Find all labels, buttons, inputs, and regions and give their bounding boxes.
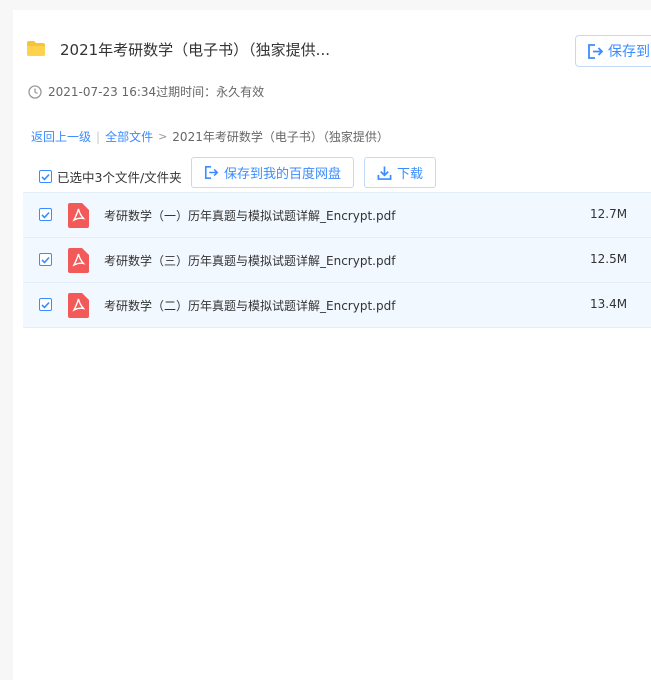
save-to-label: 保存到	[608, 44, 650, 60]
check-icon	[41, 256, 50, 264]
download-button-label: 下载	[396, 167, 423, 182]
breadcrumb-current: 2021年考研数学（电子书）（独家提供）	[172, 130, 389, 144]
download-button[interactable]: 下载	[364, 157, 436, 188]
file-checkbox[interactable]	[39, 298, 52, 311]
check-icon	[41, 301, 50, 309]
breadcrumb-divider: |	[96, 129, 101, 144]
file-checkbox[interactable]	[39, 208, 52, 221]
folder-icon	[27, 41, 45, 56]
created-time: 2021-07-23 16:34	[48, 85, 157, 99]
file-list: 考研数学（一）历年真题与模拟试题详解_Encrypt.pdf 12.7M 考研数…	[23, 192, 651, 328]
share-panel: 2021年考研数学（电子书）（独家提供... 保存到 2021-07-23 16…	[13, 10, 651, 680]
check-icon	[41, 211, 50, 219]
file-toolbar: 已选中3个文件/文件夹 保存到我的百度网盘 下载	[13, 157, 651, 190]
expiry-label: 过期时间：	[156, 85, 217, 99]
breadcrumb-all-files-link[interactable]: 全部文件	[105, 128, 153, 145]
select-all-control[interactable]: 已选中3个文件/文件夹	[39, 167, 182, 186]
selected-count: 已选中3个文件/文件夹	[57, 170, 182, 185]
breadcrumb: 返回上一级 | 全部文件 > 2021年考研数学（电子书）（独家提供）	[31, 128, 389, 145]
file-name[interactable]: 考研数学（三）历年真题与模拟试题详解_Encrypt.pdf	[104, 252, 395, 269]
expiry-value: 永久有效	[216, 85, 265, 99]
list-item[interactable]: 考研数学（二）历年真题与模拟试题详解_Encrypt.pdf 13.4M	[23, 283, 651, 328]
breadcrumb-back-link[interactable]: 返回上一级	[31, 128, 91, 145]
file-size: 12.5M	[590, 252, 628, 266]
file-size: 12.7M	[590, 207, 628, 221]
pdf-file-icon	[68, 248, 89, 273]
file-size: 13.4M	[590, 297, 628, 311]
save-button-label: 保存到我的百度网盘	[223, 167, 341, 182]
pdf-file-icon	[68, 203, 89, 228]
list-item[interactable]: 考研数学（一）历年真题与模拟试题详解_Encrypt.pdf 12.7M	[23, 193, 651, 238]
save-to-netdisk-button[interactable]: 保存到我的百度网盘	[191, 157, 354, 188]
save-icon	[204, 165, 219, 180]
check-icon	[41, 173, 50, 181]
save-to-netdisk-button-top[interactable]: 保存到	[575, 35, 651, 67]
share-meta: 2021-07-23 16:34过期时间：永久有效	[28, 83, 264, 100]
file-name[interactable]: 考研数学（一）历年真题与模拟试题详解_Encrypt.pdf	[104, 207, 395, 224]
list-item[interactable]: 考研数学（三）历年真题与模拟试题详解_Encrypt.pdf 12.5M	[23, 238, 651, 283]
share-title: 2021年考研数学（电子书）（独家提供...	[60, 41, 330, 59]
download-icon	[377, 165, 392, 180]
file-name[interactable]: 考研数学（二）历年真题与模拟试题详解_Encrypt.pdf	[104, 297, 395, 314]
pdf-file-icon	[68, 293, 89, 318]
select-all-checkbox[interactable]	[39, 170, 52, 183]
breadcrumb-arrow: >	[158, 130, 168, 143]
clock-icon	[28, 84, 42, 99]
save-icon	[588, 43, 604, 59]
file-checkbox[interactable]	[39, 253, 52, 266]
